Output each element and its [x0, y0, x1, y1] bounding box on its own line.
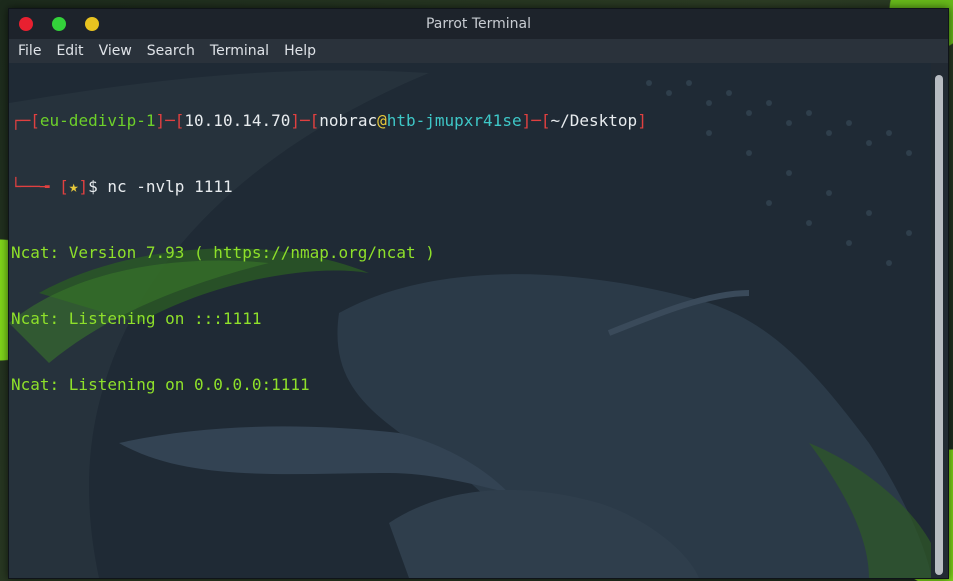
bracket: ]─[ — [290, 111, 320, 130]
star-icon: ★ — [68, 177, 79, 196]
terminal-window: Parrot Terminal File Edit View Search Te… — [8, 8, 949, 579]
prompt-user: nobrac — [319, 111, 378, 130]
menu-file[interactable]: File — [9, 43, 47, 59]
bracket: [ — [30, 111, 40, 130]
bracket: ] — [78, 177, 89, 196]
output-line-1: Ncat: Version 7.93 ( https://nmap.org/nc… — [11, 243, 435, 262]
scrollbar[interactable] — [931, 63, 948, 578]
menu-bar: File Edit View Search Terminal Help — [9, 39, 948, 63]
prompt-cwd: ~/Desktop — [550, 111, 638, 130]
prompt-dollar: $ — [88, 177, 98, 196]
scrollbar-thumb[interactable] — [935, 75, 943, 575]
prompt-command: nc -nvlp 1111 — [97, 177, 233, 196]
bracket: ] — [637, 111, 647, 130]
prompt-line-2: └──╼ [★]$ nc -nvlp 1111 — [11, 176, 647, 198]
bracket: ]─[ — [155, 111, 185, 130]
menu-terminal[interactable]: Terminal — [201, 43, 275, 59]
prompt-line-1: ┌─[eu-dedivip-1]─[10.10.14.70]─[nobrac@h… — [11, 110, 647, 132]
window-title: Parrot Terminal — [425, 16, 532, 32]
bracket: [ — [59, 177, 69, 196]
prompt-corner-bottom: └──╼ — [11, 177, 60, 196]
terminal-area[interactable]: ┌─[eu-dedivip-1]─[10.10.14.70]─[nobrac@h… — [9, 63, 931, 578]
prompt-ip: 10.10.14.70 — [184, 111, 291, 130]
output-line-3: Ncat: Listening on 0.0.0.0:1111 — [11, 375, 310, 394]
terminal-output: ┌─[eu-dedivip-1]─[10.10.14.70]─[nobrac@h… — [11, 66, 647, 440]
menu-search[interactable]: Search — [138, 43, 201, 59]
menu-edit[interactable]: Edit — [47, 43, 89, 59]
prompt-corner-top: ┌─ — [11, 111, 31, 130]
title-bar[interactable]: Parrot Terminal — [9, 9, 948, 39]
menu-view[interactable]: View — [90, 43, 138, 59]
prompt-machine: htb-jmupxr41se — [386, 111, 522, 130]
menu-help[interactable]: Help — [275, 43, 322, 59]
output-line-2: Ncat: Listening on :::1111 — [11, 309, 262, 328]
prompt-host-tag: eu-dedivip-1 — [39, 111, 156, 130]
prompt-at: @ — [377, 111, 387, 130]
bracket: ]─[ — [521, 111, 551, 130]
